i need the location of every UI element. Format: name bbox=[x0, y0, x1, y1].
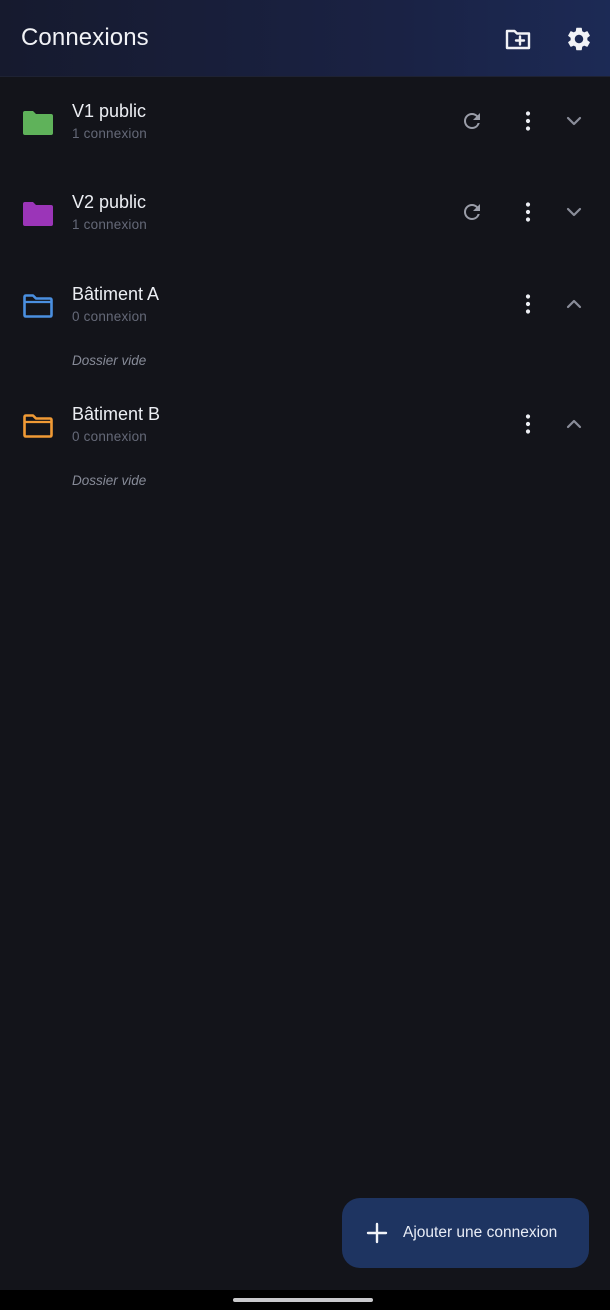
refresh-button[interactable] bbox=[456, 105, 488, 137]
more-options-button[interactable] bbox=[512, 408, 544, 440]
folder-header[interactable]: Bâtiment B 0 connexion bbox=[0, 396, 610, 456]
settings-button[interactable] bbox=[562, 22, 596, 56]
folder-row-batiment-b[interactable]: Bâtiment B 0 connexion Dossier vide bbox=[0, 396, 610, 488]
more-options-button[interactable] bbox=[512, 105, 544, 137]
expand-button[interactable] bbox=[558, 196, 590, 228]
new-folder-button[interactable] bbox=[501, 22, 535, 56]
folder-name: Bâtiment A bbox=[72, 284, 160, 304]
refresh-icon bbox=[464, 113, 480, 129]
create-new-folder-icon bbox=[505, 29, 531, 50]
folder-outlined-icon bbox=[23, 414, 53, 438]
more-vertical-icon bbox=[525, 111, 531, 131]
add-connection-label: Ajouter une connexion bbox=[403, 1224, 558, 1241]
empty-folder-text: Dossier vide bbox=[72, 473, 147, 488]
system-navigation-bar bbox=[0, 1290, 610, 1310]
folder-outlined-icon bbox=[23, 294, 53, 318]
folder-row-v2-public[interactable]: V2 public 1 connexion bbox=[0, 184, 610, 244]
app-bar: Connexions bbox=[0, 0, 610, 77]
chevron-up-icon bbox=[566, 419, 582, 429]
folder-header[interactable]: V2 public 1 connexion bbox=[0, 184, 610, 244]
folder-connection-count: 1 connexion bbox=[72, 126, 148, 141]
chevron-down-icon bbox=[566, 207, 582, 217]
folder-name: Bâtiment B bbox=[72, 404, 161, 424]
folder-filled-icon bbox=[23, 111, 53, 135]
app-root: Connexions V1 public 1 connexion V2 publ… bbox=[0, 0, 610, 1310]
gear-icon bbox=[568, 27, 590, 51]
folder-row-batiment-a[interactable]: Bâtiment A 0 connexion Dossier vide bbox=[0, 276, 610, 368]
page-title: Connexions bbox=[21, 24, 149, 51]
expand-button[interactable] bbox=[558, 105, 590, 137]
add-connection-button[interactable]: Ajouter une connexion bbox=[342, 1198, 589, 1268]
folder-filled-icon bbox=[23, 202, 53, 226]
collapse-button[interactable] bbox=[558, 408, 590, 440]
gesture-handle[interactable] bbox=[233, 1298, 373, 1302]
empty-folder-text: Dossier vide bbox=[72, 353, 147, 368]
refresh-icon bbox=[464, 204, 480, 220]
chevron-up-icon bbox=[566, 299, 582, 309]
folder-header[interactable]: Bâtiment A 0 connexion bbox=[0, 276, 610, 336]
folder-connection-count: 1 connexion bbox=[72, 217, 148, 232]
refresh-button[interactable] bbox=[456, 196, 488, 228]
folder-name: V2 public bbox=[72, 192, 147, 212]
more-vertical-icon bbox=[525, 414, 531, 434]
chevron-down-icon bbox=[566, 116, 582, 126]
more-vertical-icon bbox=[525, 294, 531, 314]
folder-row-v1-public[interactable]: V1 public 1 connexion bbox=[0, 93, 610, 153]
more-options-button[interactable] bbox=[512, 288, 544, 320]
folder-connection-count: 0 connexion bbox=[72, 429, 148, 444]
collapse-button[interactable] bbox=[558, 288, 590, 320]
plus-icon bbox=[366, 1222, 388, 1244]
folder-header[interactable]: V1 public 1 connexion bbox=[0, 93, 610, 153]
more-vertical-icon bbox=[525, 202, 531, 222]
more-options-button[interactable] bbox=[512, 196, 544, 228]
folder-name: V1 public bbox=[72, 101, 147, 121]
folder-connection-count: 0 connexion bbox=[72, 309, 148, 324]
